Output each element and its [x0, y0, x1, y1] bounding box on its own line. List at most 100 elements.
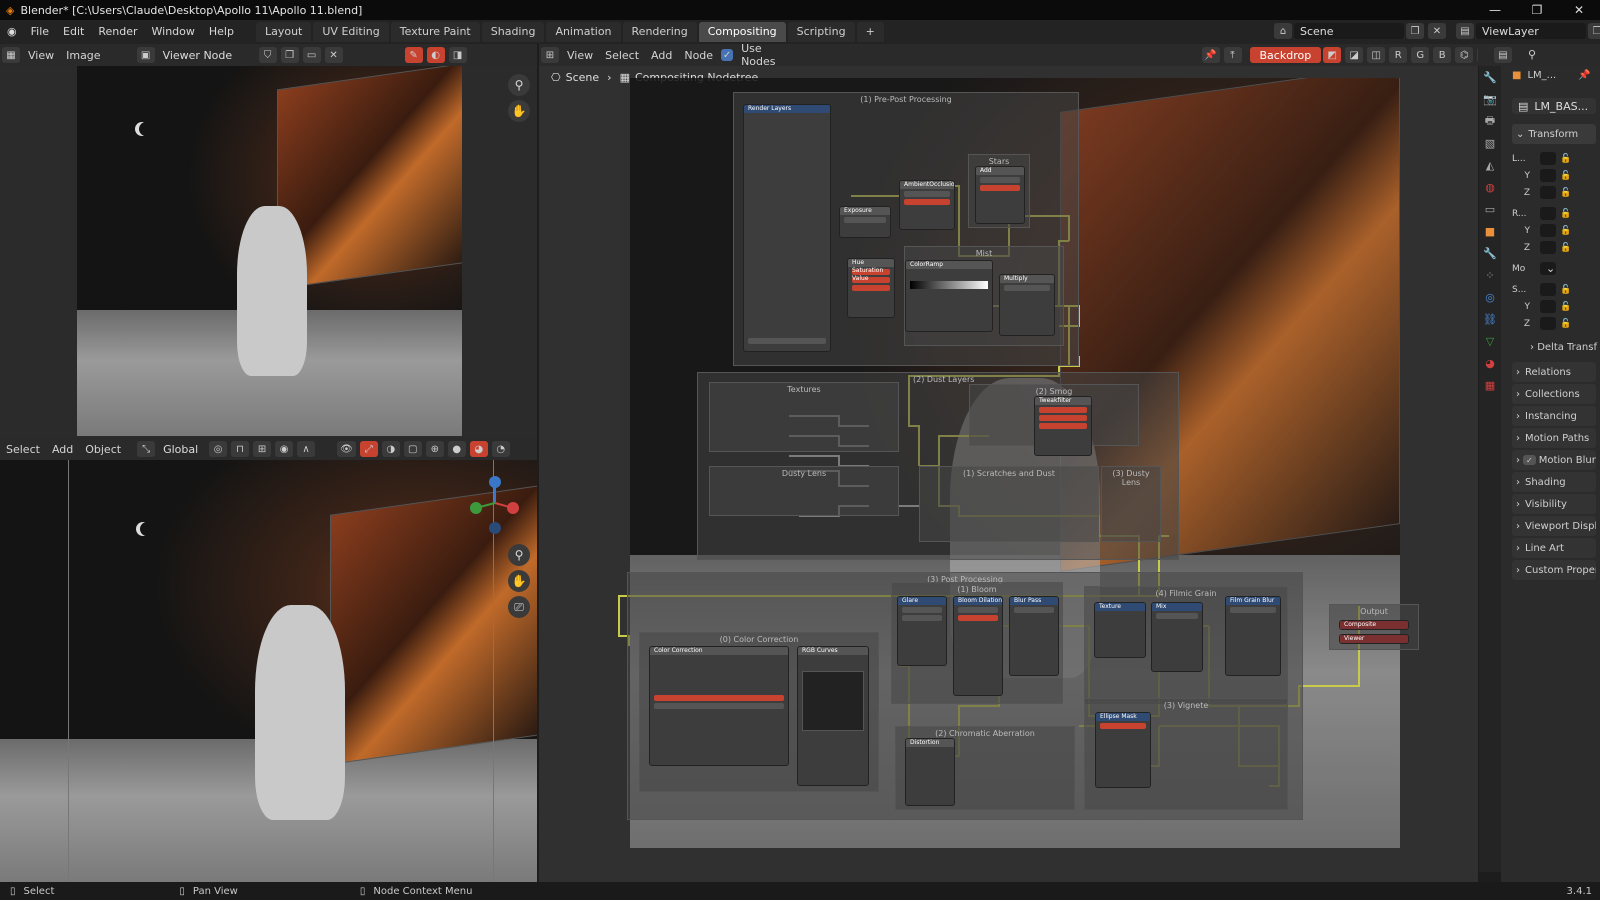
node-distortion[interactable]: Distortion	[905, 738, 955, 806]
node-exposure[interactable]: Exposure	[839, 206, 891, 238]
constraints-tab-icon[interactable]: ⛓	[1479, 308, 1501, 330]
rotation-z-field[interactable]	[1540, 241, 1556, 254]
unlink-image-icon[interactable]: ✕	[324, 47, 343, 63]
menu-edit[interactable]: Edit	[56, 20, 91, 44]
curve-widget[interactable]	[802, 671, 864, 731]
properties-editor-icon[interactable]: ▤	[1494, 47, 1512, 63]
image-browse-icon[interactable]: ▣	[136, 47, 155, 63]
node-editor-area[interactable]: ⎔ Scene › ▦ Compositing Nodetree	[539, 66, 1478, 882]
lock-icon[interactable]: 🔓	[1560, 243, 1571, 253]
node-menu-node[interactable]: Node	[678, 49, 719, 62]
xray-icon[interactable]: ▢	[403, 441, 422, 457]
use-nodes-checkbox[interactable]: ✓	[721, 49, 734, 61]
rotation-mode-dropdown[interactable]: ⌄	[1540, 262, 1556, 275]
view-layer-icon[interactable]: ▤	[1456, 23, 1474, 39]
node-texture[interactable]: Texture	[1094, 602, 1146, 658]
node-multiply-mist[interactable]: Multiply	[999, 274, 1055, 336]
overlays-icon[interactable]: ◑	[381, 441, 400, 457]
image-menu-image[interactable]: Image	[60, 49, 106, 62]
tab-animation[interactable]: Animation	[546, 22, 621, 42]
snap-target-icon[interactable]: ⊞	[253, 441, 272, 457]
lock-icon[interactable]: 🔓	[1560, 188, 1571, 198]
scale-x-field[interactable]	[1540, 283, 1556, 296]
tab-shading[interactable]: Shading	[481, 22, 545, 42]
location-z-field[interactable]	[1540, 186, 1556, 199]
section-line-art[interactable]: › Line Art	[1512, 538, 1596, 558]
close-button[interactable]: ✕	[1564, 0, 1594, 20]
scene-tab-icon[interactable]: ◭	[1479, 154, 1501, 176]
node-render-layers[interactable]: Render Layers	[743, 104, 831, 352]
data-tab-icon[interactable]: ▽	[1479, 330, 1501, 352]
fake-user-icon[interactable]: ⛉	[258, 47, 277, 63]
menu-render[interactable]: Render	[91, 20, 144, 44]
material-shading-icon[interactable]: ◕	[469, 441, 488, 457]
frame-scratches[interactable]: (1) Scratches and Dust	[919, 466, 1099, 542]
backdrop-toggle[interactable]: Backdrop	[1249, 47, 1322, 63]
parent-node-icon[interactable]: ⤒	[1223, 47, 1242, 63]
falloff-icon[interactable]: ∧	[297, 441, 316, 457]
lock-icon[interactable]: 🔓	[1560, 154, 1571, 164]
zoom-icon[interactable]: ⚲	[508, 74, 530, 96]
lock-icon[interactable]: 🔓	[1560, 302, 1571, 312]
output-tab-icon[interactable]: 🖶	[1479, 110, 1501, 132]
proportional-icon[interactable]: ◉	[275, 441, 294, 457]
image-name-field[interactable]: Viewer Node	[156, 47, 257, 63]
world-tab-icon[interactable]: ◍	[1479, 176, 1501, 198]
section-motion-blur[interactable]: › ✓ Motion Blur	[1512, 450, 1596, 470]
maximize-button[interactable]: ❐	[1522, 0, 1552, 20]
delta-transform-row[interactable]: › Delta Transf	[1530, 342, 1597, 353]
pivot-icon[interactable]: ◎	[209, 441, 228, 457]
open-image-icon[interactable]: ▭	[302, 47, 321, 63]
collection-tab-icon[interactable]: ▭	[1479, 198, 1501, 220]
lock-icon[interactable]: 🔓	[1560, 319, 1571, 329]
solid-shading-icon[interactable]: ●	[447, 441, 466, 457]
object-tab-icon[interactable]: ■	[1479, 220, 1501, 242]
object-pin-icon[interactable]: 📌	[1578, 70, 1590, 81]
rotation-x-field[interactable]	[1540, 207, 1556, 220]
section-viewport-display[interactable]: › Viewport Displ	[1512, 516, 1596, 536]
orientation-dropdown[interactable]: Global	[157, 441, 208, 457]
section-transform[interactable]: ⌄ Transform	[1512, 124, 1596, 144]
camera-view-icon[interactable]: ⎚	[508, 596, 530, 618]
physics-tab-icon[interactable]: ◎	[1479, 286, 1501, 308]
menu-file[interactable]: File	[24, 20, 56, 44]
view-layer-tab-icon[interactable]: ▧	[1479, 132, 1501, 154]
lock-icon[interactable]: 🔓	[1560, 209, 1571, 219]
node-menu-select[interactable]: Select	[599, 49, 645, 62]
section-custom-properties[interactable]: › Custom Proper	[1512, 560, 1596, 580]
tab-uv-editing[interactable]: UV Editing	[313, 22, 389, 42]
menu-help[interactable]: Help	[202, 20, 241, 44]
view-layer-field[interactable]: ViewLayer	[1476, 23, 1586, 39]
scale-y-field[interactable]	[1540, 300, 1556, 313]
node-viewer[interactable]: Viewer	[1339, 634, 1409, 644]
node-menu-view[interactable]: View	[561, 49, 599, 62]
lock-icon[interactable]: 🔓	[1560, 171, 1571, 181]
render-tab-icon[interactable]: 📷	[1479, 88, 1501, 110]
gizmo-icon[interactable]: ⤢	[359, 441, 378, 457]
viewport-3d-area[interactable]: ⚲ ✋ ⎚	[0, 460, 537, 882]
add-workspace-button[interactable]: +	[856, 22, 884, 42]
node-glare[interactable]: Glare	[897, 596, 947, 666]
particles-tab-icon[interactable]: ⁘	[1479, 264, 1501, 286]
node-editor-type-icon[interactable]: ⊞	[541, 47, 559, 63]
node-composite[interactable]: Composite	[1339, 620, 1409, 630]
tab-texture-paint[interactable]: Texture Paint	[390, 22, 480, 42]
viewport-menu-object[interactable]: Object	[79, 443, 127, 456]
motion-blur-checkbox[interactable]: ✓	[1523, 455, 1536, 465]
backdrop-alpha-icon[interactable]: ◪	[1345, 47, 1364, 63]
frame-dusty-lens-3[interactable]: (3) Dusty Lens	[1101, 466, 1161, 542]
rendered-shading-icon[interactable]: ◔	[491, 441, 510, 457]
section-motion-paths[interactable]: › Motion Paths	[1512, 428, 1596, 448]
node-blur-pass[interactable]: Blur Pass	[1009, 596, 1059, 676]
orientation-icon[interactable]: ⤡	[137, 441, 156, 457]
section-collections[interactable]: › Collections	[1512, 384, 1596, 404]
tab-scripting[interactable]: Scripting	[787, 22, 855, 42]
frame-textures[interactable]: Textures	[709, 382, 899, 452]
section-instancing[interactable]: › Instancing	[1512, 406, 1596, 426]
color-ramp-gradient[interactable]	[910, 281, 988, 289]
snap-node-icon[interactable]: ⌬	[1455, 47, 1474, 63]
node-menu-add[interactable]: Add	[645, 49, 678, 62]
new-view-layer-button[interactable]: ❐	[1588, 23, 1600, 39]
lock-icon[interactable]: 🔓	[1560, 285, 1571, 295]
rotation-y-field[interactable]	[1540, 224, 1556, 237]
